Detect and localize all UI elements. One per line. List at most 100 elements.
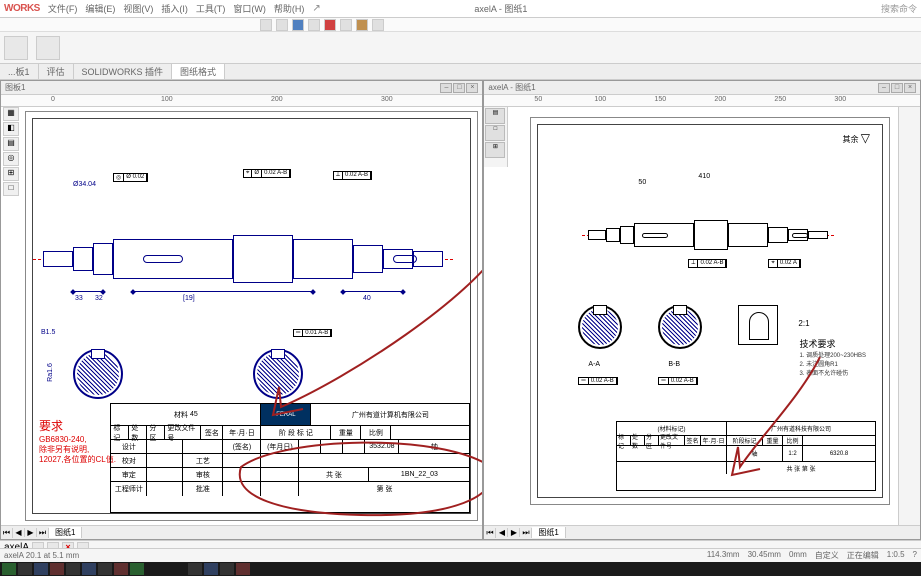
section-view-b	[658, 305, 702, 349]
dim-label: Ra1.6	[47, 363, 54, 382]
taskbar-app-icon[interactable]	[34, 563, 48, 575]
tb-material-val: 45	[190, 411, 198, 418]
status-x: 114.3mm	[707, 550, 740, 561]
taskbar-app-icon[interactable]	[204, 563, 218, 575]
menubar: WORKS 文件(F) 编辑(E) 视图(V) 插入(I) 工具(T) 窗口(W…	[0, 0, 921, 18]
pane-right-title: axelA - 图纸1	[488, 82, 535, 93]
tb-company: 广州有道计算机有限公司	[311, 404, 469, 425]
tb2-h: 签名	[685, 436, 701, 445]
menu-view[interactable]: 视图(V)	[123, 2, 153, 15]
shaft-drawing-right: 50 410 ⟂0.02 A-B ⌖0.02 A	[588, 195, 828, 275]
ribbon-sheet-icon[interactable]	[4, 36, 28, 60]
tb-material-key: 材料	[174, 410, 188, 420]
pane-left-max-icon[interactable]: □	[453, 83, 465, 93]
scale-label: 2:1	[798, 319, 809, 328]
sheet-tab[interactable]: 图纸1	[49, 527, 82, 538]
tb-h: 处数	[129, 426, 147, 439]
drawing-sheet-left: Ø34.04 ◎Ø 0.02 ⌖Ø0.02 A-B ⟂0.02 A-B 33 3…	[25, 111, 478, 521]
tab-sheet[interactable]: ...板1	[0, 64, 39, 79]
status-layer[interactable]: 正在编辑	[847, 550, 879, 561]
view-tool-icon[interactable]: ◧	[3, 122, 19, 136]
taskbar-app-icon[interactable]	[236, 563, 250, 575]
tb-cell: (年月日)	[261, 440, 299, 453]
taskbar-app-icon[interactable]	[220, 563, 234, 575]
status-zoom[interactable]: 1:0.5	[887, 550, 905, 561]
sheet-tab[interactable]: 图纸1	[532, 527, 565, 538]
menu-insert[interactable]: 插入(I)	[161, 2, 188, 15]
taskbar-app-icon[interactable]	[66, 563, 80, 575]
menu-window[interactable]: 窗口(W)	[233, 2, 266, 15]
pane-right-close-icon[interactable]: ×	[904, 83, 916, 93]
tool-print-icon[interactable]	[308, 19, 320, 31]
tree-icon[interactable]: ⊞	[485, 142, 505, 158]
taskbar-app-icon[interactable]	[188, 563, 202, 575]
taskbar-app-icon[interactable]	[98, 563, 112, 575]
tool-save-icon[interactable]	[292, 19, 304, 31]
sheet-nav-prev-icon[interactable]: ◀	[496, 528, 508, 537]
tb-cell: 审定	[111, 468, 147, 481]
pane-left-min-icon[interactable]: –	[440, 83, 452, 93]
pane-right-tabs: ⏮ ◀ ▶ ⏭ 图纸1	[484, 525, 920, 539]
menu-help[interactable]: 帮助(H)	[274, 2, 305, 15]
ribbon-format-icon[interactable]	[36, 36, 60, 60]
tab-sheet-format[interactable]: 图纸格式	[172, 64, 225, 79]
dim-label: 40	[363, 295, 371, 302]
view-tool-icon[interactable]: □	[3, 182, 19, 196]
section-label: B-B	[668, 361, 680, 368]
sheet-nav-last-icon[interactable]: ⏭	[37, 528, 49, 538]
tb2-h: 更改文件号	[659, 436, 685, 445]
taskbar-app-icon[interactable]	[82, 563, 96, 575]
ruler-tick: 300	[834, 96, 846, 103]
status-mode[interactable]: 自定义	[815, 550, 839, 561]
tool-color-icon[interactable]	[356, 19, 368, 31]
workspace: 图板1 – □ × 0 100 200 300 ▦ ◧ ▤ ◎ ⊞ □	[0, 80, 921, 540]
tree-icon[interactable]: ▤	[485, 108, 505, 124]
pane-right-min-icon[interactable]: –	[878, 83, 890, 93]
pane-left-canvas[interactable]: Ø34.04 ◎Ø 0.02 ⌖Ø0.02 A-B ⟂0.02 A-B 33 3…	[21, 107, 482, 525]
tool-new-icon[interactable]	[260, 19, 272, 31]
pane-left-close-icon[interactable]: ×	[466, 83, 478, 93]
tool-settings-icon[interactable]	[372, 19, 384, 31]
sheet-nav-next-icon[interactable]: ▶	[508, 528, 520, 537]
sheet-nav-next-icon[interactable]: ▶	[25, 528, 37, 537]
tool-rebuild-icon[interactable]	[324, 19, 336, 31]
tree-icon[interactable]: □	[485, 125, 505, 141]
tb-h: 重量	[331, 426, 361, 439]
view-tool-icon[interactable]: ▦	[3, 107, 19, 121]
ruler-tick: 50	[534, 96, 542, 103]
pane-right-side-panel[interactable]	[898, 107, 920, 525]
taskbar-app-icon[interactable]	[50, 563, 64, 575]
view-tool-icon[interactable]: ◎	[3, 152, 19, 166]
menu-tools[interactable]: 工具(T)	[196, 2, 226, 15]
tool-open-icon[interactable]	[276, 19, 288, 31]
tb-partno: 1BN_22_03	[369, 468, 469, 481]
menu-file[interactable]: 文件(F)	[48, 2, 78, 15]
status-help-icon[interactable]: ?	[913, 550, 917, 561]
view-tool-icon[interactable]: ⊞	[3, 167, 19, 181]
sheet-nav-prev-icon[interactable]: ◀	[13, 528, 25, 537]
taskbar-start-icon[interactable]	[2, 563, 16, 575]
shaft-drawing: Ø34.04 ◎Ø 0.02 ⌖Ø0.02 A-B ⟂0.02 A-B 33 3…	[43, 199, 443, 319]
taskbar-app-icon[interactable]	[130, 563, 144, 575]
tech-req-item: 3. 表面不允许碰伤	[799, 368, 866, 377]
tab-evaluate[interactable]: 评估	[39, 64, 74, 79]
search-box[interactable]: 搜索命令	[881, 2, 917, 15]
red-requirements: 要求 GB6830-240, 除非另有说明, 12027,各位置的CL值.	[39, 419, 116, 466]
tb-h: 分区	[147, 426, 165, 439]
tool-options-icon[interactable]	[340, 19, 352, 31]
menu-extra-icon[interactable]: ↗	[312, 3, 320, 14]
taskbar-app-icon[interactable]	[114, 563, 128, 575]
section-label: B1.5	[41, 329, 55, 336]
taskbar-app-icon[interactable]	[18, 563, 32, 575]
pane-right-canvas[interactable]: 其余 ▽	[510, 107, 920, 525]
pane-right-max-icon[interactable]: □	[891, 83, 903, 93]
tb-cell: 设计	[111, 440, 147, 453]
tab-addins[interactable]: SOLIDWORKS 插件	[74, 64, 173, 79]
sheet-nav-first-icon[interactable]: ⏮	[1, 528, 13, 538]
pane-left-view-tools: ▦ ◧ ▤ ◎ ⊞ □	[3, 107, 21, 196]
sheet-nav-first-icon[interactable]: ⏮	[484, 528, 496, 538]
view-tool-icon[interactable]: ▤	[3, 137, 19, 151]
sheet-nav-last-icon[interactable]: ⏭	[520, 528, 532, 538]
gdt-frame: ◎Ø 0.02	[113, 173, 148, 182]
menu-edit[interactable]: 编辑(E)	[85, 2, 115, 15]
